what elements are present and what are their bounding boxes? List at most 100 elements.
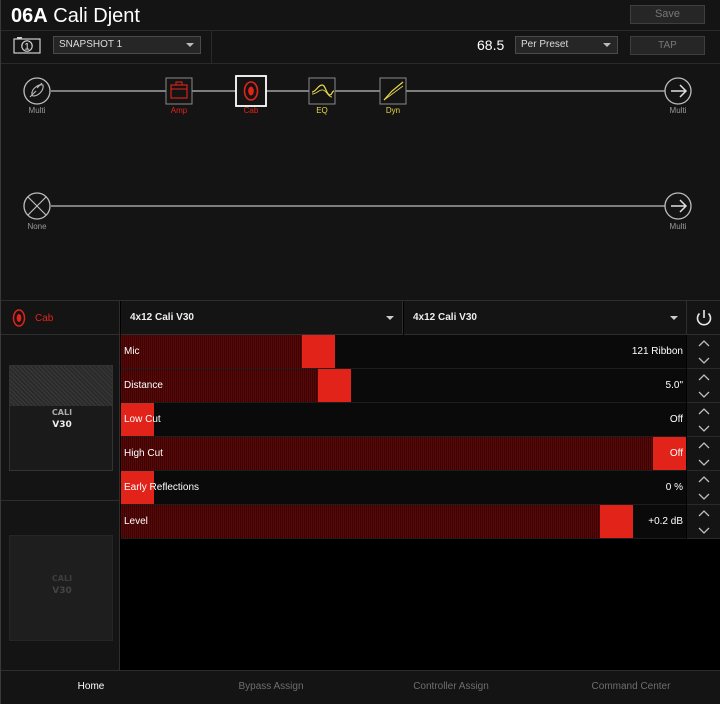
header-divider — [1, 30, 720, 31]
param-early-reflections-slider[interactable]: Early Reflections 0 % — [121, 471, 686, 505]
cab-slot-2[interactable]: CALI V30 — [1, 502, 120, 671]
cab-model-2-value: 4x12 Cali V30 — [413, 312, 477, 323]
param-fill — [121, 505, 600, 538]
chevron-down-icon — [186, 43, 194, 47]
param-value: Off — [669, 414, 683, 425]
preset-name: Cali Djent — [53, 5, 140, 27]
path2-output-label: Multi — [669, 222, 687, 231]
cab-2-logo-top: CALI — [51, 574, 73, 583]
block-editor: Cab 4x12 Cali V30 4x12 Cali V30 CALI V30 — [1, 300, 720, 671]
preset-header: 06A Cali Djent Save 1 SNAPSHOT 1 68.5 Pe… — [1, 0, 720, 64]
signal-flow-graph — [23, 75, 692, 220]
param-value: Off — [669, 448, 683, 459]
cab-image-column: CALI V30 CALI V30 — [1, 335, 120, 671]
param-fill — [121, 335, 302, 368]
param-stepper — [687, 369, 720, 403]
param-name: Mic — [124, 346, 140, 357]
chevron-down-icon[interactable] — [687, 386, 720, 403]
tempo-value[interactable]: 68.5 — [477, 37, 504, 53]
snapshot-icon-digit: 1 — [24, 41, 29, 51]
param-stepper — [687, 403, 720, 437]
chevron-down-icon[interactable] — [687, 454, 720, 471]
param-value: 5.0" — [665, 380, 683, 391]
tab-bypass-assign[interactable]: Bypass Assign — [181, 671, 361, 704]
tap-tempo-button[interactable]: TAP — [630, 36, 705, 55]
param-name: High Cut — [124, 448, 163, 459]
param-handle[interactable] — [600, 505, 633, 538]
param-name: Early Reflections — [124, 482, 200, 493]
chevron-down-icon — [386, 316, 394, 320]
param-handle[interactable] — [302, 335, 335, 368]
cab-model-1-value: 4x12 Cali V30 — [130, 312, 194, 323]
cab-2-image: CALI V30 — [9, 535, 113, 641]
param-low-cut-slider[interactable]: Low Cut Off — [121, 403, 686, 437]
param-value: 121 Ribbon — [631, 346, 683, 357]
chevron-down-icon[interactable] — [687, 352, 720, 369]
block-bypass-button[interactable] — [687, 301, 720, 335]
chevron-up-icon[interactable] — [687, 437, 720, 454]
bottom-tab-bar: Home Bypass Assign Controller Assign Com… — [1, 670, 720, 704]
chevron-down-icon[interactable] — [687, 522, 720, 539]
output-arrow-icon[interactable] — [664, 77, 692, 105]
chevron-up-icon[interactable] — [687, 403, 720, 420]
path2-input-label: None — [27, 222, 47, 231]
path1-input-label: Multi — [28, 106, 46, 115]
amp-icon[interactable] — [165, 77, 193, 105]
param-stepper — [687, 505, 720, 539]
param-stepper — [687, 335, 720, 369]
signal-flow-area: Multi Amp Cab EQ Dyn Multi None Multi — [1, 64, 720, 300]
cab-1-grille-top — [10, 366, 112, 406]
cab-2-logo-bottom: V30 — [52, 586, 72, 596]
cab-speaker-icon[interactable] — [235, 75, 267, 107]
chevron-up-icon[interactable] — [687, 335, 720, 352]
param-value: +0.2 dB — [648, 516, 683, 527]
chevron-up-icon[interactable] — [687, 369, 720, 386]
param-handle[interactable] — [318, 369, 351, 402]
selected-block-indicator: Cab — [1, 301, 120, 335]
snapshot-dropdown[interactable]: SNAPSHOT 1 — [53, 36, 201, 54]
snapshot-camera-icon[interactable]: 1 — [13, 36, 41, 54]
selected-block-label: Cab — [35, 313, 54, 324]
param-high-cut-slider[interactable]: High Cut Off — [121, 437, 686, 471]
path1-output-label: Multi — [669, 106, 687, 115]
tempo-mode-dropdown[interactable]: Per Preset — [515, 36, 618, 54]
none-x-icon[interactable] — [23, 192, 51, 220]
param-level-slider[interactable]: Level +0.2 dB — [121, 505, 686, 539]
param-name: Level — [124, 516, 148, 527]
chevron-down-icon[interactable] — [687, 420, 720, 437]
save-button[interactable]: Save — [630, 5, 705, 24]
dyn-block-label: Dyn — [385, 106, 401, 115]
helix-editor-window: 06A Cali Djent Save 1 SNAPSHOT 1 68.5 Pe… — [0, 0, 720, 704]
snapshot-dropdown-value: SNAPSHOT 1 — [59, 39, 123, 50]
preset-title[interactable]: 06A Cali Djent — [11, 5, 140, 28]
param-value: 0 % — [665, 482, 683, 493]
preset-number: 06A — [11, 5, 48, 27]
param-distance-slider[interactable]: Distance 5.0" — [121, 369, 686, 403]
chevron-up-icon[interactable] — [687, 505, 720, 522]
param-name: Low Cut — [124, 414, 161, 425]
eq-block-label: EQ — [316, 106, 328, 115]
tempo-mode-value: Per Preset — [521, 39, 569, 50]
param-mic-slider[interactable]: Mic 121 Ribbon — [121, 335, 686, 369]
eq-icon[interactable] — [308, 77, 336, 105]
cab-1-logo-top: CALI — [51, 408, 73, 417]
tab-command-center[interactable]: Command Center — [541, 671, 720, 704]
cab-slot-1[interactable]: CALI V30 — [1, 335, 120, 501]
power-icon — [696, 310, 712, 326]
guitar-input-icon[interactable] — [23, 77, 51, 105]
cab-block-label: Cab — [243, 106, 259, 115]
output-arrow-icon[interactable] — [664, 192, 692, 220]
param-stepper — [687, 471, 720, 505]
tab-controller-assign[interactable]: Controller Assign — [361, 671, 541, 704]
cab-model-1-dropdown[interactable]: 4x12 Cali V30 — [121, 301, 403, 335]
chevron-up-icon[interactable] — [687, 471, 720, 488]
chevron-down-icon[interactable] — [687, 488, 720, 505]
param-fill — [121, 437, 653, 470]
cab-speaker-icon — [12, 309, 26, 327]
chevron-down-icon — [603, 43, 611, 47]
header-separator — [211, 31, 212, 63]
dynamics-icon[interactable] — [379, 77, 407, 105]
tab-home[interactable]: Home — [1, 671, 181, 704]
cab-model-2-dropdown[interactable]: 4x12 Cali V30 — [404, 301, 687, 335]
amp-block-label: Amp — [170, 106, 188, 115]
